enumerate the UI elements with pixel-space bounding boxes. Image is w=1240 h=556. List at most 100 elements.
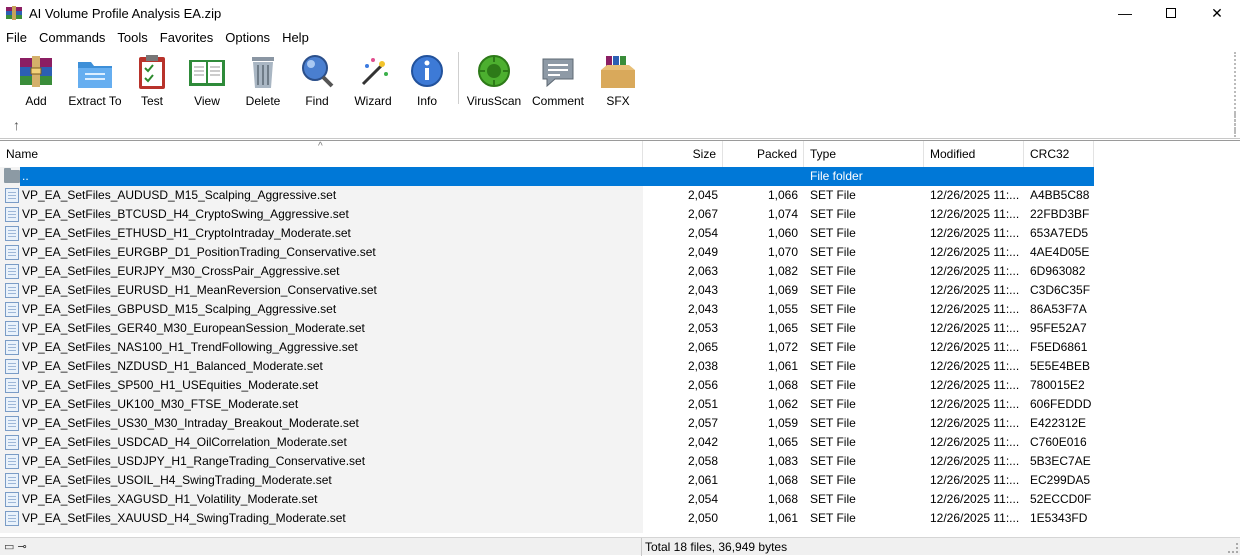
delete-button[interactable]: Delete <box>233 48 293 108</box>
row-packed: 1,068 <box>767 378 798 392</box>
row-packed: 1,083 <box>767 454 798 468</box>
view-label: View <box>194 94 220 108</box>
winrar-app-icon[interactable] <box>6 5 22 21</box>
drive-icon[interactable]: ▭ ⊸ <box>4 540 27 553</box>
test-button[interactable]: Test <box>122 48 182 108</box>
view-book-icon <box>187 52 227 92</box>
menu-favorites[interactable]: Favorites <box>154 30 219 45</box>
table-row[interactable]: VP_EA_SetFiles_AUDUSD_M15_Scalping_Aggre… <box>0 186 1240 205</box>
menu-tools[interactable]: Tools <box>111 30 153 45</box>
row-type: SET File <box>810 416 856 430</box>
row-name: VP_EA_SetFiles_USOIL_H4_SwingTrading_Mod… <box>22 473 332 487</box>
row-type: SET File <box>810 207 856 221</box>
table-row[interactable]: VP_EA_SetFiles_USDCAD_H4_OilCorrelation_… <box>0 433 1240 452</box>
row-modified: 12/26/2025 11:... <box>930 321 1020 335</box>
close-button[interactable]: ✕ <box>1194 0 1240 26</box>
set-file-icon <box>5 264 19 279</box>
sfx-button[interactable]: SFX <box>588 48 648 108</box>
row-modified: 12/26/2025 11:... <box>930 188 1020 202</box>
menu-commands[interactable]: Commands <box>33 30 111 45</box>
column-packed[interactable]: Packed <box>723 141 804 167</box>
row-packed: 1,055 <box>767 302 798 316</box>
row-size: 2,042 <box>687 435 718 449</box>
row-name: VP_EA_SetFiles_NAS100_H1_TrendFollowing_… <box>22 340 358 354</box>
extract-to-label: Extract To <box>68 94 122 108</box>
set-file-icon <box>5 207 19 222</box>
column-crc32[interactable]: CRC32 <box>1024 141 1094 167</box>
parent-folder-row[interactable]: .. File folder <box>0 167 1240 186</box>
table-row[interactable]: VP_EA_SetFiles_USOIL_H4_SwingTrading_Mod… <box>0 471 1240 490</box>
add-button[interactable]: Add <box>6 48 66 108</box>
table-row[interactable]: VP_EA_SetFiles_XAUUSD_H4_SwingTrading_Mo… <box>0 509 1240 528</box>
row-crc32: 52ECCD0F <box>1030 492 1092 506</box>
row-size: 2,043 <box>687 302 718 316</box>
table-row[interactable]: VP_EA_SetFiles_EURGBP_D1_PositionTrading… <box>0 243 1240 262</box>
column-type[interactable]: Type <box>804 141 924 167</box>
table-row[interactable]: VP_EA_SetFiles_SP500_H1_USEquities_Moder… <box>0 376 1240 395</box>
menu-options[interactable]: Options <box>219 30 276 45</box>
set-file-icon <box>5 359 19 374</box>
maximize-button[interactable] <box>1148 0 1194 26</box>
extract-folder-icon <box>75 52 115 92</box>
menu-help[interactable]: Help <box>276 30 315 45</box>
row-name: VP_EA_SetFiles_EURJPY_M30_CrossPair_Aggr… <box>22 264 340 278</box>
comment-label: Comment <box>531 94 584 108</box>
row-type: SET File <box>810 435 856 449</box>
row-type: SET File <box>810 245 856 259</box>
view-button[interactable]: View <box>177 48 237 108</box>
row-type: SET File <box>810 359 856 373</box>
table-row[interactable]: VP_EA_SetFiles_EURUSD_H1_MeanReversion_C… <box>0 281 1240 300</box>
toolbar-separator <box>458 52 459 104</box>
sfx-label: SFX <box>606 94 630 108</box>
column-size[interactable]: Size <box>643 141 723 167</box>
folder-icon <box>4 168 20 183</box>
find-label: Find <box>305 94 329 108</box>
window-title: AI Volume Profile Analysis EA.zip <box>29 5 222 21</box>
virusscan-button[interactable]: VirusScan <box>464 48 524 108</box>
virus-scan-icon <box>474 52 514 92</box>
table-row[interactable]: VP_EA_SetFiles_UK100_M30_FTSE_Moderate.s… <box>0 395 1240 414</box>
table-row[interactable]: VP_EA_SetFiles_NAS100_H1_TrendFollowing_… <box>0 338 1240 357</box>
info-button[interactable]: Info <box>397 48 457 108</box>
magnifier-icon <box>297 52 337 92</box>
row-name: VP_EA_SetFiles_SP500_H1_USEquities_Moder… <box>22 378 319 392</box>
row-modified: 12/26/2025 11:... <box>930 397 1020 411</box>
row-crc32: 606FEDDD <box>1030 397 1092 411</box>
row-packed: 1,082 <box>767 264 798 278</box>
set-file-icon <box>5 302 19 317</box>
wizard-label: Wizard <box>354 94 392 108</box>
info-label: Info <box>416 94 437 108</box>
row-crc32: 5E5E4BEB <box>1030 359 1091 373</box>
row-size: 2,049 <box>687 245 718 259</box>
delete-label: Delete <box>245 94 281 108</box>
column-modified[interactable]: Modified <box>924 141 1024 167</box>
find-button[interactable]: Find <box>287 48 347 108</box>
table-row[interactable]: VP_EA_SetFiles_GER40_M30_EuropeanSession… <box>0 319 1240 338</box>
table-row[interactable]: VP_EA_SetFiles_GBPUSD_M15_Scalping_Aggre… <box>0 300 1240 319</box>
comment-button[interactable]: Comment <box>528 48 588 108</box>
table-row[interactable]: VP_EA_SetFiles_NZDUSD_H1_Balanced_Modera… <box>0 357 1240 376</box>
row-size: 2,063 <box>687 264 718 278</box>
row-packed: 1,065 <box>767 435 798 449</box>
table-row[interactable]: VP_EA_SetFiles_ETHUSD_H1_CryptoIntraday_… <box>0 224 1240 243</box>
row-crc32: 653A7ED5 <box>1030 226 1089 240</box>
row-packed: 1,062 <box>767 397 798 411</box>
row-crc32: F5ED6861 <box>1030 340 1088 354</box>
row-name: VP_EA_SetFiles_GBPUSD_M15_Scalping_Aggre… <box>22 302 337 316</box>
magic-wand-icon <box>353 52 393 92</box>
table-row[interactable]: VP_EA_SetFiles_XAGUSD_H1_Volatility_Mode… <box>0 490 1240 509</box>
menu-file[interactable]: File <box>0 30 33 45</box>
resize-grip-icon[interactable] <box>1228 543 1238 553</box>
table-row[interactable]: VP_EA_SetFiles_USDJPY_H1_RangeTrading_Co… <box>0 452 1240 471</box>
set-file-icon <box>5 416 19 431</box>
extract-to-button[interactable]: Extract To <box>64 48 126 108</box>
row-name: VP_EA_SetFiles_USDJPY_H1_RangeTrading_Co… <box>22 454 366 468</box>
table-row[interactable]: VP_EA_SetFiles_US30_M30_Intraday_Breakou… <box>0 414 1240 433</box>
minimize-button[interactable]: — <box>1102 0 1148 26</box>
wizard-button[interactable]: Wizard <box>343 48 403 108</box>
table-row[interactable]: VP_EA_SetFiles_EURJPY_M30_CrossPair_Aggr… <box>0 262 1240 281</box>
row-modified: 12/26/2025 11:... <box>930 245 1020 259</box>
row-modified: 12/26/2025 11:... <box>930 454 1020 468</box>
table-row[interactable]: VP_EA_SetFiles_BTCUSD_H4_CryptoSwing_Agg… <box>0 205 1240 224</box>
up-folder-icon[interactable]: ↑ <box>13 117 20 133</box>
